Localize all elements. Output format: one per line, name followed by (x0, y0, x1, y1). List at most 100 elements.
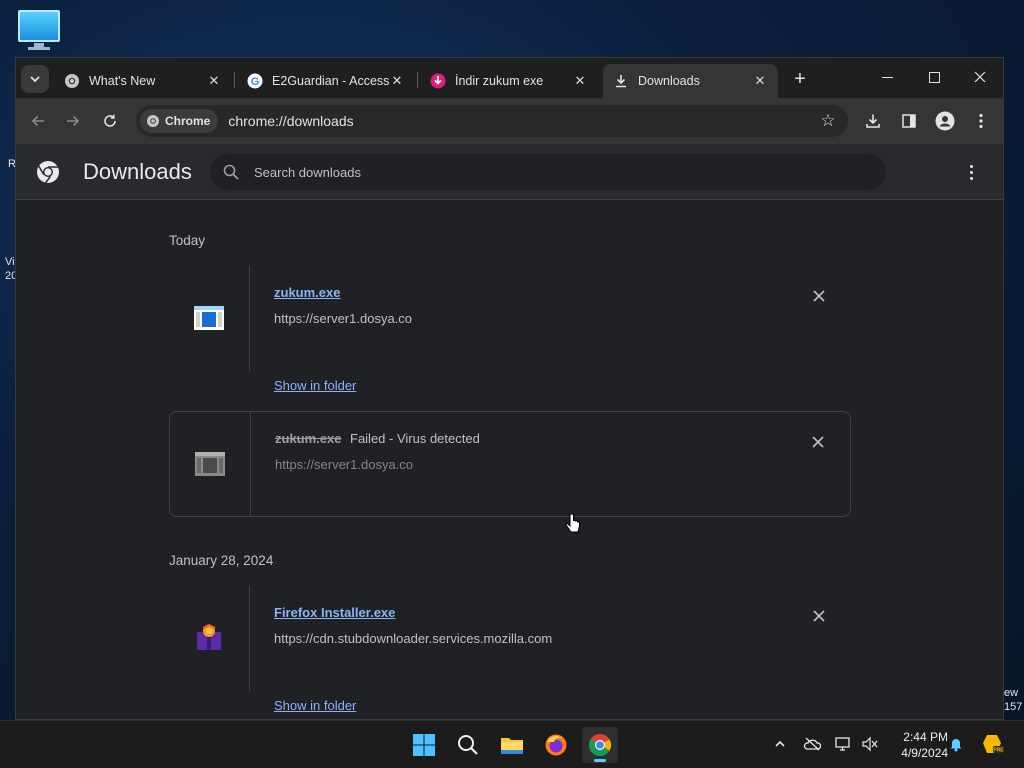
downloads-button[interactable] (859, 107, 887, 135)
tab-search-button[interactable] (21, 65, 49, 93)
arrow-right-icon (67, 115, 80, 127)
svg-text:G: G (251, 76, 260, 88)
chip-label: Chrome (165, 114, 211, 128)
chrome-icon (589, 734, 611, 756)
desktop-edge-text: Vi (5, 256, 15, 268)
taskbar: 2:44 PM 4/9/2024 PRE (0, 720, 1024, 768)
chrome-icon (64, 73, 80, 89)
remove-from-list-button[interactable] (809, 606, 829, 626)
search-placeholder: Search downloads (254, 164, 361, 180)
maximize-button[interactable] (911, 58, 957, 96)
file-name-link[interactable]: zukum.exe (274, 285, 340, 300)
show-hidden-icons-button[interactable] (769, 733, 791, 755)
maximize-icon (928, 71, 940, 83)
firefox-installer-icon (197, 624, 221, 650)
download-icon (613, 73, 629, 89)
exe-file-icon (194, 306, 224, 330)
show-in-folder-link[interactable]: Show in folder (274, 698, 356, 713)
date-heading: Today (169, 233, 206, 248)
tab-e2guardian[interactable]: G E2Guardian - Access ✕ (237, 64, 415, 98)
svg-text:PRE: PRE (993, 748, 1004, 754)
file-name: zukum.exe (275, 431, 342, 446)
remove-from-list-button[interactable] (809, 286, 829, 306)
bookmark-star-icon[interactable]: ☆ (818, 111, 838, 131)
desktop-edge-text: ew (1004, 687, 1019, 699)
file-source-url: https://server1.dosya.co (274, 311, 413, 326)
page-title: Downloads (83, 159, 192, 184)
search-button[interactable] (450, 727, 486, 763)
downloads-page: Downloads Search downloads Today zukum.e… (16, 144, 1003, 719)
folder-icon (501, 738, 523, 754)
firefox-icon (545, 734, 567, 756)
url-text: chrome://downloads (228, 113, 354, 129)
show-in-folder-link[interactable]: Show in folder (274, 378, 356, 393)
close-tab-icon[interactable]: ✕ (206, 73, 222, 89)
close-icon (974, 71, 986, 83)
chrome-window: What's New ✕ G E2Guardian - Access ✕ İnd… (15, 57, 1004, 720)
file-explorer-button[interactable] (494, 727, 530, 763)
search-icon (458, 735, 478, 755)
back-button[interactable] (24, 107, 52, 135)
chrome-taskbar-button[interactable] (582, 727, 618, 763)
download-item: Firefox Installer.exe https://cdn.stubdo… (169, 586, 851, 713)
file-name-link[interactable]: Firefox Installer.exe (274, 605, 395, 620)
taskbar-clock[interactable]: 2:44 PM 4/9/2024 (888, 729, 948, 761)
notification-bell-icon[interactable] (945, 733, 967, 755)
search-downloads-input[interactable]: Search downloads (210, 154, 886, 190)
close-icon (812, 436, 824, 448)
remove-from-list-button[interactable] (808, 432, 828, 452)
downloads-header: Downloads Search downloads (16, 144, 1003, 200)
firefox-button[interactable] (538, 727, 574, 763)
chrome-icon (147, 115, 159, 127)
tab-whats-new[interactable]: What's New ✕ (54, 64, 232, 98)
close-window-button[interactable] (957, 58, 1003, 96)
tab-title: İndir zukum exe (455, 74, 544, 88)
date-heading: January 28, 2024 (169, 553, 274, 568)
page-menu-button[interactable] (961, 162, 981, 182)
new-tab-button[interactable]: + (788, 67, 812, 91)
download-icon (866, 114, 880, 128)
tab-downloads[interactable]: Downloads ✕ (603, 64, 778, 98)
this-pc-desktop-icon[interactable] (18, 10, 62, 50)
side-panel-icon (902, 114, 916, 128)
site-info-chip[interactable]: Chrome (140, 109, 219, 133)
reload-button[interactable] (96, 107, 124, 135)
search-icon (223, 164, 239, 180)
reload-icon (104, 114, 116, 127)
more-vert-icon (979, 113, 983, 129)
tab-title: E2Guardian - Access (272, 74, 389, 88)
forward-button[interactable] (59, 107, 87, 135)
side-panel-button[interactable] (895, 107, 923, 135)
close-tab-icon[interactable]: ✕ (572, 73, 588, 89)
mouse-cursor-icon (565, 514, 580, 533)
volume-muted-icon[interactable] (859, 733, 881, 755)
address-bar[interactable]: Chrome chrome://downloads ☆ (136, 105, 848, 137)
download-site-icon (430, 73, 446, 89)
clock-time: 2:44 PM (903, 730, 948, 744)
onedrive-icon[interactable] (801, 733, 823, 755)
toolbar: Chrome chrome://downloads ☆ (16, 98, 1003, 144)
start-button[interactable] (406, 727, 442, 763)
copilot-preview-icon[interactable]: PRE (980, 733, 1006, 755)
windows-logo-icon (413, 734, 435, 756)
desktop-edge-text: 157 (1004, 701, 1023, 713)
tab-indir-zukum[interactable]: İndir zukum exe ✕ (420, 64, 598, 98)
arrow-left-icon (31, 115, 44, 127)
failure-status: Failed - Virus detected (350, 431, 480, 446)
tab-strip: What's New ✕ G E2Guardian - Access ✕ İnd… (16, 58, 1003, 98)
minimize-button[interactable] (864, 58, 910, 96)
close-icon (813, 610, 825, 622)
clock-date: 4/9/2024 (901, 746, 948, 760)
profile-button[interactable] (931, 107, 959, 135)
chrome-menu-button[interactable] (967, 107, 995, 135)
close-tab-icon[interactable]: ✕ (389, 73, 405, 89)
network-icon[interactable] (832, 733, 854, 755)
download-item-failed: zukum.exe Failed - Virus detected https:… (169, 411, 851, 517)
chevron-down-icon (30, 76, 40, 83)
tab-title: Downloads (638, 74, 700, 88)
close-tab-icon[interactable]: ✕ (752, 73, 768, 89)
file-source-url: https://server1.dosya.co (275, 457, 414, 472)
tab-title: What's New (89, 74, 156, 88)
profile-icon (935, 111, 955, 131)
chevron-up-icon (775, 740, 785, 747)
